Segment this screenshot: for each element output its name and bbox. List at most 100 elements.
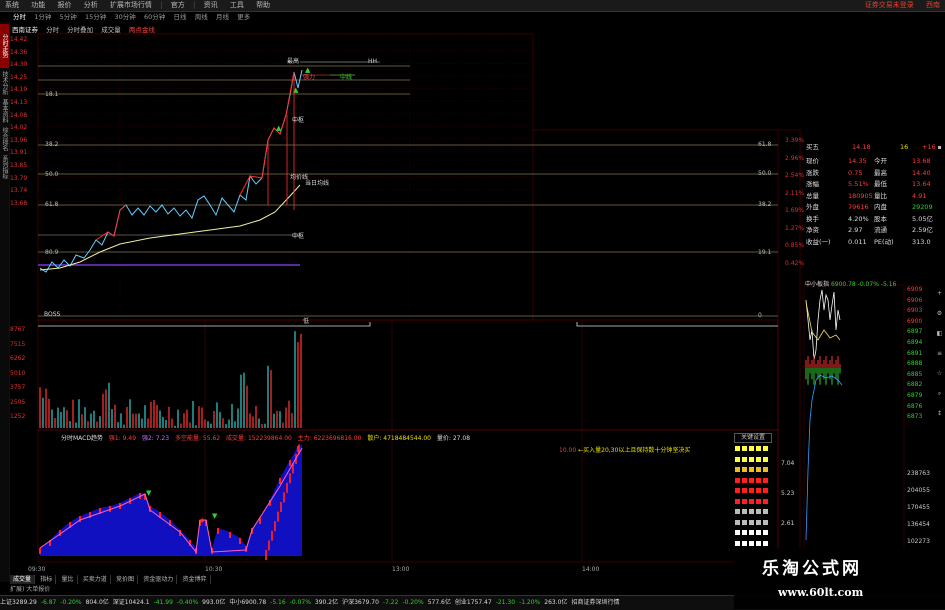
- macd-v4: 成交量: 152239864.00: [226, 435, 292, 442]
- price-tick: 14.02: [10, 124, 28, 132]
- fib-left-2: 38.2: [45, 141, 59, 148]
- annot-midline2: 中枢: [292, 233, 305, 240]
- mini-vol-tick2: 102273: [907, 538, 930, 545]
- macd-v6: 散户: 4718484544.00: [367, 435, 431, 442]
- quote-value2: 2.59亿: [912, 226, 933, 234]
- legend-cell: [735, 446, 740, 451]
- list-icon[interactable]: ≡: [936, 350, 943, 357]
- mini-vol-tick: 2.61: [781, 520, 795, 527]
- macd-v1: 强1: 9.49: [108, 435, 137, 442]
- legend-cell: [763, 488, 768, 493]
- intraday-chart[interactable]: ▲▲▲▼▼◆: [0, 0, 945, 609]
- quote-bid5-label: 买五: [806, 143, 819, 151]
- arrow-icon[interactable]: ↕: [936, 410, 943, 417]
- tab-auction[interactable]: 竞价图: [113, 575, 139, 584]
- avg-price-line: [39, 184, 301, 271]
- legend-cell: [735, 467, 740, 472]
- status-item: -21.30: [495, 599, 516, 606]
- quote-label: 外盘: [806, 203, 819, 211]
- price-tick: 13.91: [10, 149, 28, 157]
- status-item: -5.16: [270, 599, 286, 606]
- macd-header: 分时MACD趋势 强1: 9.49 强2: 7.23 多空能量: 55.62 成…: [61, 433, 474, 442]
- mini-index-tick: 6900: [907, 317, 923, 325]
- legend-cell: [763, 456, 768, 462]
- legend-cell: [742, 446, 747, 451]
- pct-tick: 0.42%: [785, 259, 805, 267]
- status-item: 上证3289.29: [0, 599, 37, 606]
- legend-cell: [749, 509, 754, 514]
- status-item: 263.0亿: [544, 599, 568, 606]
- quote-bid5-qty: 16: [900, 143, 909, 151]
- macd-arrow: ▼: [212, 512, 218, 520]
- status-item: -0.20%: [402, 599, 424, 606]
- status-item: 沪深3679.70: [342, 599, 379, 606]
- quote-row: 净资 2.97 流通 2.59亿: [804, 225, 933, 235]
- tab-fund-game[interactable]: 资金博弈: [180, 575, 211, 584]
- key-settings-button[interactable]: 关键设置: [734, 433, 772, 443]
- pct-tick: 3.39%: [785, 137, 805, 144]
- legend-cell: [735, 498, 740, 504]
- macd-arrow: ▼: [146, 489, 152, 497]
- macd-v3: 多空能量: 55.62: [174, 435, 221, 442]
- sub-tabs[interactable]: 扩展) 大单报价: [10, 584, 50, 593]
- time-tick: 13:00: [392, 566, 410, 573]
- gear-icon[interactable]: ⚙: [936, 310, 943, 317]
- legend-cell: [763, 519, 768, 525]
- legend-cell: [742, 530, 747, 535]
- quote-value: 79616: [848, 203, 869, 211]
- quote-row: 现价 14.35 今开 13.68: [804, 156, 933, 166]
- legend-cell: [735, 477, 740, 483]
- status-item: 创业1757.47: [454, 599, 492, 606]
- macd-note-price: 10.00: [559, 447, 577, 454]
- legend-cell: [749, 446, 754, 451]
- time-tick: 09:30: [28, 566, 46, 573]
- tab-buy-sell-power[interactable]: 买卖力道: [80, 575, 111, 584]
- quote-row: 收益(一) 0.011 PE(动) 313.0: [804, 237, 933, 247]
- quote-label2: 今开: [874, 157, 887, 165]
- status-item: 深证10424.1: [112, 599, 150, 606]
- volume-tick: 3757: [10, 384, 26, 391]
- range-bracket: [38, 322, 371, 327]
- buy-signal-arrow: ▲: [276, 124, 282, 132]
- search-icon[interactable]: ⌕: [936, 390, 943, 397]
- macd-blue-area: [40, 445, 302, 556]
- quote-label: 总量: [806, 191, 819, 200]
- pct-tick: 2.54%: [785, 172, 805, 179]
- legend-cell: [756, 530, 761, 535]
- quote-value: 0.75: [848, 168, 863, 177]
- add-icon[interactable]: +: [936, 290, 943, 297]
- legend-cell: [763, 498, 768, 504]
- quote-value: 4.20%: [848, 214, 869, 223]
- tab-indicator[interactable]: 指标: [37, 575, 57, 584]
- legend-cell: [749, 540, 754, 546]
- quote-row: 涨跌 0.75 最高 14.40: [804, 168, 933, 178]
- status-item: -0.20%: [60, 599, 82, 606]
- legend-cell: [763, 446, 768, 451]
- chart-icon[interactable]: ◧: [936, 330, 943, 337]
- macd-v7: 量价: 27.08: [436, 435, 471, 442]
- tab-volume[interactable]: 成交量: [10, 575, 36, 584]
- pct-tick: 2.11%: [785, 189, 805, 197]
- mini-vol-tick: 5.23: [781, 490, 795, 497]
- fib-left-4: 61.8: [45, 201, 59, 208]
- legend-cell: [742, 519, 747, 525]
- tab-volume-ratio[interactable]: 量比: [59, 575, 78, 584]
- mini-index-change: -0.07%: [857, 281, 879, 288]
- tab-fund-drive[interactable]: 资金驱动力: [140, 575, 178, 584]
- quote-label: 涨幅: [806, 180, 819, 188]
- price-tick: 13.96: [10, 136, 28, 144]
- volume-tick: 8767: [10, 326, 26, 333]
- macd-name[interactable]: 分时MACD趋势: [61, 435, 103, 442]
- annot-midline: 中枢: [292, 117, 305, 124]
- price-tick: 14.08: [10, 111, 28, 119]
- quote-value2: 29209: [912, 203, 933, 211]
- annot-mid: 中线: [340, 74, 353, 81]
- pin-icon[interactable]: ▪: [936, 144, 943, 151]
- range-bracket: [576, 322, 778, 327]
- watermark-url: www.60lt.com: [778, 586, 864, 599]
- quote-value: 0.011: [848, 237, 867, 246]
- status-item: 577.6亿: [427, 599, 451, 606]
- watermark: 乐淘公式网 www.60lt.com: [734, 548, 945, 609]
- star-icon[interactable]: ☆: [936, 370, 943, 377]
- mini-index-header: 中小板指 6900.78 -0.07% -5.16: [805, 279, 896, 288]
